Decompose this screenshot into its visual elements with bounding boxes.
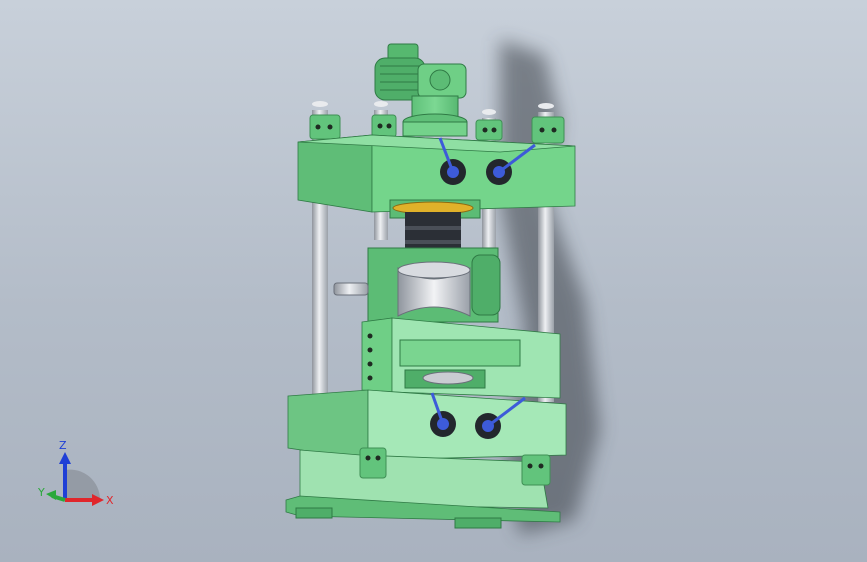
z-axis-label: Z [59,440,67,452]
view-orientation-triad[interactable]: Z X Y [30,440,120,520]
x-axis-label: X [106,494,114,507]
side-spindle[interactable] [333,282,369,296]
cad-viewport[interactable]: Z X Y [0,0,867,562]
y-axis-label: Y [37,486,45,499]
ram-cylinder[interactable] [392,201,474,252]
hydraulic-press-model[interactable] [0,0,867,562]
roller-head[interactable] [333,247,501,323]
